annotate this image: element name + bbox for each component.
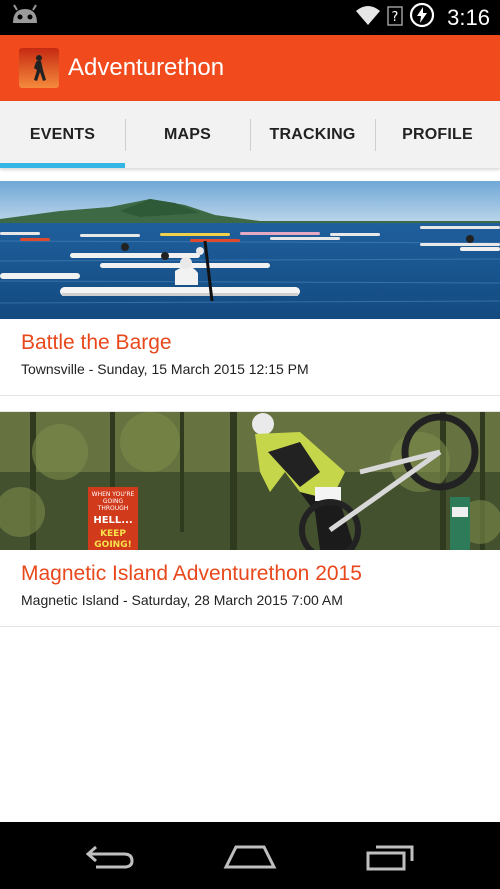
- sign-text-line-3: THROUGH: [97, 505, 129, 512]
- tab-bar: EVENTS MAPS TRACKING PROFILE: [0, 101, 500, 168]
- sign-text-line-6: GOING!: [94, 540, 131, 550]
- sign-text-line-2: GOING: [103, 498, 124, 505]
- tab-maps[interactable]: MAPS: [125, 101, 250, 168]
- tab-events[interactable]: EVENTS: [0, 101, 125, 168]
- wifi-icon: [355, 4, 381, 31]
- back-icon[interactable]: [80, 836, 140, 876]
- recents-icon[interactable]: [360, 836, 420, 876]
- event-subtitle: Townsville - Sunday, 15 March 2015 12:15…: [21, 361, 309, 377]
- sign-text-line-4: HELL...: [93, 515, 132, 526]
- event-card-battle-the-barge[interactable]: Battle the Barge Townsville - Sunday, 15…: [0, 181, 500, 396]
- navigation-bar: [0, 822, 500, 889]
- home-icon[interactable]: [220, 836, 280, 876]
- mountain-bike-carry-photo: WHEN YOU'RE GOING THROUGH HELL... KEEP G…: [0, 412, 500, 550]
- event-card-magnetic-island[interactable]: WHEN YOU'RE GOING THROUGH HELL... KEEP G…: [0, 411, 500, 627]
- sign-text-line-5: KEEP: [100, 529, 126, 539]
- no-signal-icon: ?: [387, 4, 403, 31]
- event-title: Battle the Barge: [21, 331, 172, 354]
- android-mascot-icon: [10, 3, 40, 31]
- kayak-race-photo: [0, 181, 500, 319]
- status-bar: ? 3:16: [0, 0, 500, 35]
- battery-charging-icon: [409, 2, 435, 33]
- event-list: Battle the Barge Townsville - Sunday, 15…: [0, 181, 500, 627]
- event-subtitle: Magnetic Island - Saturday, 28 March 201…: [21, 592, 343, 608]
- tab-profile[interactable]: PROFILE: [375, 101, 500, 168]
- runner-app-icon[interactable]: [19, 48, 59, 88]
- app-title: Adventurethon: [68, 54, 225, 81]
- sign-text-line-1: WHEN YOU'RE: [92, 491, 135, 498]
- event-title: Magnetic Island Adventurethon 2015: [21, 562, 362, 585]
- tab-tracking[interactable]: TRACKING: [250, 101, 375, 168]
- svg-text:?: ?: [392, 10, 399, 25]
- clock: 3:16: [447, 4, 490, 30]
- action-bar: Adventurethon: [0, 35, 500, 101]
